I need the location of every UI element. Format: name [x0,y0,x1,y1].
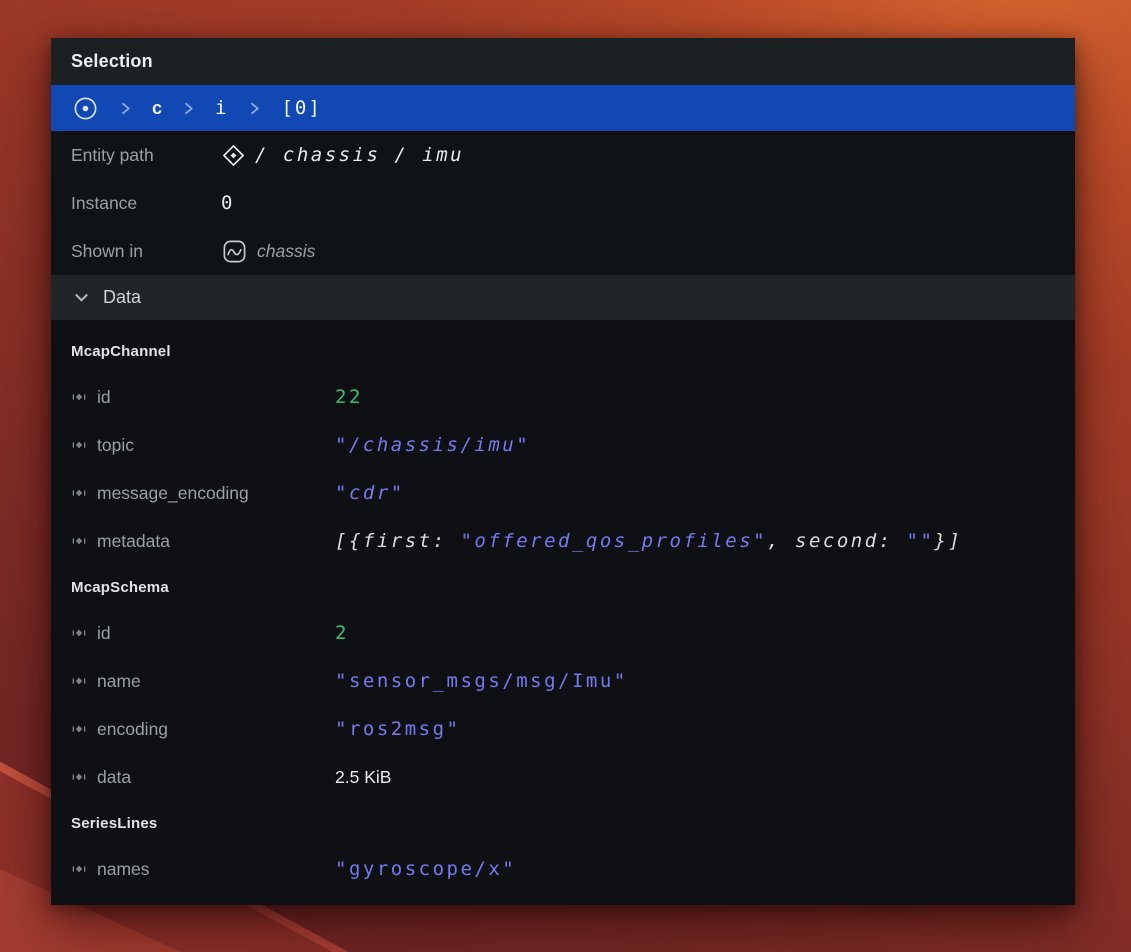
archetype-label-mcapschema: McapSchema [51,565,1075,609]
component-icon [71,861,87,877]
component-label: id [97,387,111,408]
metadata-syntax: }] [934,530,962,552]
component-value: "gyroscope/x" [335,858,1075,880]
instance-row: Instance 0 [51,179,1075,227]
shown-in-label: Shown in [71,241,221,262]
component-row-data: data 2.5 KiB [51,753,1075,801]
component-row-id: id 22 [51,373,1075,421]
entity-path-row: Entity path / chassis / imu [51,131,1075,179]
component-value: 22 [335,386,1075,408]
component-icon [71,769,87,785]
component-value: "/chassis/imu" [335,434,1075,456]
component-row-id: id 2 [51,609,1075,657]
component-label: data [97,767,131,788]
component-icon [71,721,87,737]
component-icon [71,533,87,549]
entity-path-label: Entity path [71,145,221,166]
breadcrumb: c i [0] [51,85,1075,131]
breadcrumb-item-instance-0[interactable]: [0] [281,97,321,119]
chevron-down-icon [73,289,90,306]
archetype-label-mcapchannel: McapChannel [51,329,1075,373]
component-label: names [97,859,150,880]
entity-icon [221,143,246,168]
instance-value: 0 [221,192,235,214]
instance-label: Instance [71,193,221,214]
component-icon [71,389,87,405]
metadata-syntax: , second: [767,530,906,552]
component-row-encoding: encoding "ros2msg" [51,705,1075,753]
panel-titlebar: Selection [51,38,1075,85]
selection-info: Entity path / chassis / imu Instance 0 S… [51,131,1075,275]
component-icon [71,673,87,689]
component-label: message_encoding [97,483,249,504]
component-label: encoding [97,719,168,740]
metadata-string: "" [907,530,935,552]
recording-origin-icon[interactable] [72,95,99,122]
component-value: "sensor_msgs/msg/Imu" [335,670,1075,692]
metadata-syntax: [{first: [335,530,460,552]
component-icon [71,437,87,453]
timeseries-view-icon [221,238,248,265]
component-row-metadata: metadata [{first: "offered_qos_profiles"… [51,517,1075,565]
chevron-right-icon [118,101,133,116]
component-icon [71,485,87,501]
component-label: name [97,671,141,692]
metadata-string: "offered_qos_profiles" [460,530,767,552]
chevron-right-icon [247,101,262,116]
component-value: 2.5 KiB [335,767,1075,788]
component-row-topic: topic "/chassis/imu" [51,421,1075,469]
component-label: id [97,623,111,644]
chevron-right-icon [181,101,196,116]
panel-title: Selection [71,51,153,72]
component-value: 2 [335,622,1075,644]
entity-path-value[interactable]: / chassis / imu [255,144,464,166]
component-row-message-encoding: message_encoding "cdr" [51,469,1075,517]
component-value: "cdr" [335,482,1075,504]
shown-in-view-link[interactable]: chassis [257,241,315,262]
breadcrumb-item-chassis[interactable]: c [152,98,162,119]
shown-in-row: Shown in chassis [51,227,1075,275]
component-row-name: name "sensor_msgs/msg/Imu" [51,657,1075,705]
data-section-header[interactable]: Data [51,275,1075,320]
component-row-names: names "gyroscope/x" [51,845,1075,893]
component-value: "ros2msg" [335,718,1075,740]
archetype-label-serieslines: SeriesLines [51,801,1075,845]
component-label: metadata [97,531,170,552]
breadcrumb-item-imu[interactable]: i [215,97,228,119]
component-icon [71,625,87,641]
component-label: topic [97,435,134,456]
data-section-body: McapChannel id 22 topic "/chassis/imu" [51,320,1075,905]
data-section-title: Data [103,287,141,308]
component-value: [{first: "offered_qos_profiles", second:… [335,530,1075,552]
selection-panel: Selection c i [0] Entity path / chassis … [51,38,1075,905]
